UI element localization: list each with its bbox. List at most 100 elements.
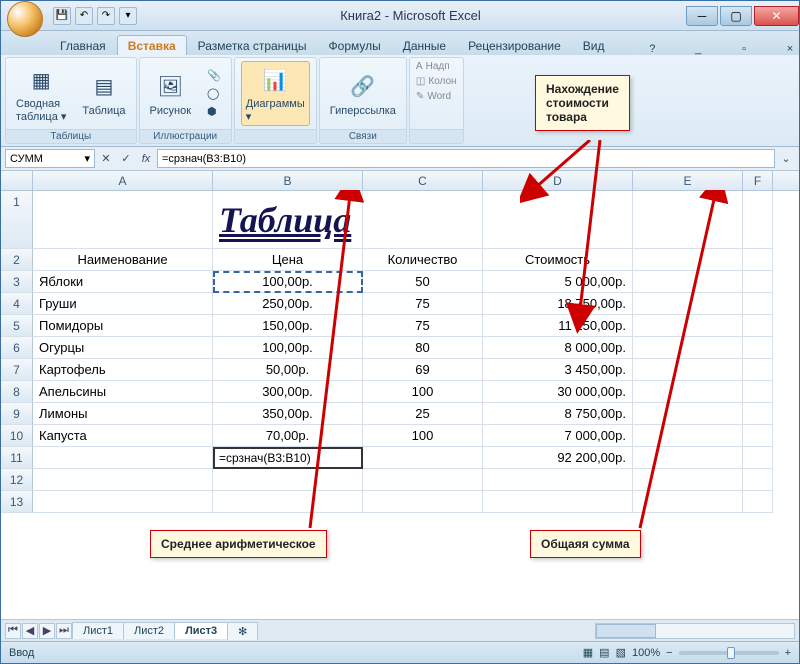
view-break-icon[interactable]: ▧: [616, 646, 626, 659]
cell-d3[interactable]: 5 000,00р.: [483, 271, 633, 293]
col-header-b[interactable]: B: [213, 171, 363, 190]
enter-icon[interactable]: ✓: [117, 150, 135, 168]
cancel-icon[interactable]: ✕: [97, 150, 115, 168]
cell-d5[interactable]: 11 250,00р.: [483, 315, 633, 337]
cell-a1[interactable]: [33, 191, 213, 249]
scroll-thumb[interactable]: [596, 624, 656, 638]
shapes-button[interactable]: ◯: [203, 85, 225, 102]
cell-f6[interactable]: [743, 337, 773, 359]
cell-b1-title[interactable]: Таблица: [213, 191, 363, 249]
minimize-button[interactable]: ─: [686, 6, 718, 26]
cell-d10[interactable]: 7 000,00р.: [483, 425, 633, 447]
restore-workbook-icon[interactable]: ▫: [735, 43, 753, 55]
cell-e8[interactable]: [633, 381, 743, 403]
grid-body[interactable]: 1 Таблица 2 Наименование Цена Количество…: [1, 191, 799, 619]
cell-d9[interactable]: 8 750,00р.: [483, 403, 633, 425]
cell-f5[interactable]: [743, 315, 773, 337]
horizontal-scrollbar[interactable]: [595, 623, 795, 639]
cell-b4[interactable]: 250,00р.: [213, 293, 363, 315]
zoom-thumb[interactable]: [727, 647, 735, 659]
cell-c3[interactable]: 50: [363, 271, 483, 293]
formula-input[interactable]: =срзнач(B3:B10): [157, 149, 775, 168]
cell-b5[interactable]: 150,00р.: [213, 315, 363, 337]
wordart-button[interactable]: ◫Колон: [416, 75, 457, 88]
cell-a9[interactable]: Лимоны: [33, 403, 213, 425]
col-header-c[interactable]: C: [363, 171, 483, 190]
cell-f4[interactable]: [743, 293, 773, 315]
tab-formulas[interactable]: Формулы: [318, 35, 392, 55]
cell-c5[interactable]: 75: [363, 315, 483, 337]
sheet-tab-2[interactable]: Лист2: [123, 622, 175, 639]
cell-c2[interactable]: Количество: [363, 249, 483, 271]
cell-f8[interactable]: [743, 381, 773, 403]
pivot-table-button[interactable]: ▦ Сводная таблица ▾: [12, 62, 70, 125]
row-header-2[interactable]: 2: [1, 249, 33, 271]
cell-b8[interactable]: 300,00р.: [213, 381, 363, 403]
cell-a7[interactable]: Картофель: [33, 359, 213, 381]
last-sheet-icon[interactable]: ⏭: [56, 623, 72, 639]
row-header-8[interactable]: 8: [1, 381, 33, 403]
cell-e6[interactable]: [633, 337, 743, 359]
hyperlink-button[interactable]: 🔗 Гиперссылка: [326, 69, 400, 119]
fx-icon[interactable]: fx: [137, 150, 155, 168]
cell-b11-editing[interactable]: =срзнач(B3:B10): [213, 447, 363, 469]
view-normal-icon[interactable]: ▦: [583, 646, 593, 659]
cell-c6[interactable]: 80: [363, 337, 483, 359]
cell-a11[interactable]: [33, 447, 213, 469]
cell-d1[interactable]: [483, 191, 633, 249]
row-header-4[interactable]: 4: [1, 293, 33, 315]
cell-f10[interactable]: [743, 425, 773, 447]
tab-data[interactable]: Данные: [392, 35, 457, 55]
cell-f3[interactable]: [743, 271, 773, 293]
cell-b7[interactable]: 50,00р.: [213, 359, 363, 381]
cell-e3[interactable]: [633, 271, 743, 293]
row-header-10[interactable]: 10: [1, 425, 33, 447]
row-header-7[interactable]: 7: [1, 359, 33, 381]
cell-c10[interactable]: 100: [363, 425, 483, 447]
picture-button[interactable]: 🖼 Рисунок: [146, 69, 196, 119]
zoom-slider[interactable]: [679, 651, 779, 655]
first-sheet-icon[interactable]: ⏮: [5, 623, 21, 639]
tab-review[interactable]: Рецензирование: [457, 35, 572, 55]
cell-f2[interactable]: [743, 249, 773, 271]
cell-e11[interactable]: [633, 447, 743, 469]
qat-dropdown-icon[interactable]: ▾: [119, 7, 137, 25]
cell-e1[interactable]: [633, 191, 743, 249]
close-workbook-icon[interactable]: ×: [781, 43, 799, 55]
select-all-corner[interactable]: [1, 171, 33, 190]
sheet-tab-1[interactable]: Лист1: [72, 622, 124, 639]
cell-a2[interactable]: Наименование: [33, 249, 213, 271]
cell-b2[interactable]: Цена: [213, 249, 363, 271]
charts-button[interactable]: 📊 Диаграммы ▾: [241, 61, 310, 126]
cell-e10[interactable]: [633, 425, 743, 447]
cell-b3[interactable]: 100,00р.: [213, 271, 363, 293]
cell-f1[interactable]: [743, 191, 773, 249]
cell-d4[interactable]: 18 750,00р.: [483, 293, 633, 315]
col-header-d[interactable]: D: [483, 171, 633, 190]
view-layout-icon[interactable]: ▤: [599, 646, 609, 659]
sheet-tab-3[interactable]: Лист3: [174, 622, 228, 639]
row-header-1[interactable]: 1: [1, 191, 33, 249]
col-header-e[interactable]: E: [633, 171, 743, 190]
cell-e4[interactable]: [633, 293, 743, 315]
cell-e9[interactable]: [633, 403, 743, 425]
col-header-a[interactable]: A: [33, 171, 213, 190]
cell-c11[interactable]: [363, 447, 483, 469]
cell-a3[interactable]: Яблоки: [33, 271, 213, 293]
cell-b6[interactable]: 100,00р.: [213, 337, 363, 359]
cell-d8[interactable]: 30 000,00р.: [483, 381, 633, 403]
cell-a5[interactable]: Помидоры: [33, 315, 213, 337]
new-sheet-icon[interactable]: ✻: [227, 622, 258, 640]
cell-d7[interactable]: 3 450,00р.: [483, 359, 633, 381]
cell-b9[interactable]: 350,00р.: [213, 403, 363, 425]
cell-a10[interactable]: Капуста: [33, 425, 213, 447]
tab-page-layout[interactable]: Разметка страницы: [187, 35, 318, 55]
cell-a8[interactable]: Апельсины: [33, 381, 213, 403]
cell-b10[interactable]: 70,00р.: [213, 425, 363, 447]
row-header-5[interactable]: 5: [1, 315, 33, 337]
cell-c9[interactable]: 25: [363, 403, 483, 425]
prev-sheet-icon[interactable]: ◀: [22, 623, 38, 639]
row-header-3[interactable]: 3: [1, 271, 33, 293]
cell-d2[interactable]: Стоимость: [483, 249, 633, 271]
zoom-out-icon[interactable]: −: [666, 647, 672, 659]
